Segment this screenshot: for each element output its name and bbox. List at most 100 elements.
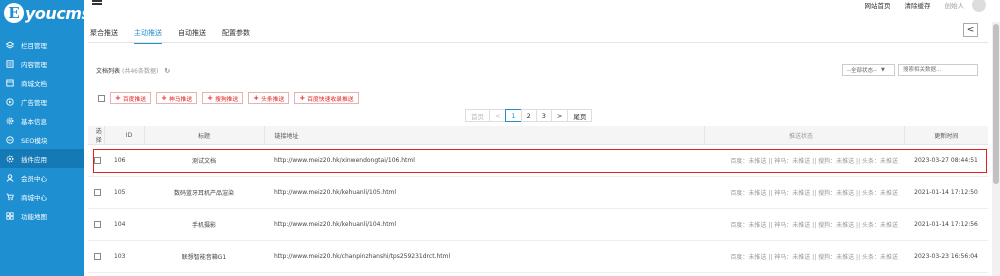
sidebar-item-label: 商城文档 — [21, 79, 47, 88]
row-time: 2023-03-23 16:56:04 — [904, 240, 988, 273]
pager-page-2[interactable]: 2 — [520, 109, 537, 122]
baidu-fast-index-button[interactable]: + 百度快速收录推送 — [294, 92, 359, 104]
cart-icon — [6, 193, 14, 201]
row-title[interactable]: 手机摄影 — [144, 208, 264, 241]
search-input[interactable] — [898, 64, 978, 76]
sidebar-item-basic-info[interactable]: 基本信息 — [0, 111, 84, 130]
row-status: 百度：未推送 || 神马：未推送 || 搜狗：未推送 || 头条：未推送 — [704, 176, 904, 209]
user-icon — [6, 173, 14, 182]
sidebar-item-label: 栏目管理 — [21, 41, 47, 50]
pagination: 首页 < 1 2 3 > 尾页 — [465, 109, 593, 122]
sidebar-item-members[interactable]: 会员中心 — [0, 168, 84, 187]
table-row[interactable]: 104 手机摄影 http://www.meiz20.hk/kehuanli/1… — [88, 208, 988, 241]
row-url[interactable]: http://www.meiz20.hk/xinwendongtai/106.h… — [264, 144, 704, 177]
gear-icon — [6, 117, 14, 125]
sidebar-item-label: 会员中心 — [21, 174, 47, 183]
toutiao-push-button[interactable]: + 头条推送 — [248, 92, 290, 104]
page-scrollbar[interactable] — [992, 22, 1000, 276]
bulk-label: 百度快速收录推送 — [307, 96, 354, 103]
refresh-icon[interactable]: ↻ — [164, 67, 170, 75]
row-status: 百度：未推送 || 神马：未推送 || 搜狗：未推送 || 头条：未推送 — [704, 144, 904, 177]
plus-icon: + — [253, 94, 260, 102]
baidu-push-button[interactable]: + 百度推送 — [110, 92, 152, 104]
sidebar-item-shop-docs[interactable]: 商城文档 — [0, 73, 84, 92]
table-row[interactable]: 105 数码蓝牙耳机产品渲染 http://www.meiz20.hk/kehu… — [88, 176, 988, 209]
row-time: 2021-01-14 17:12:50 — [904, 176, 988, 209]
topbar-actions: 网站首页 清除缓存 创始人 — [851, 0, 986, 12]
back-button[interactable]: < — [963, 23, 978, 37]
pager-prev[interactable]: < — [489, 109, 507, 122]
row-url[interactable]: http://www.meiz20.hk/chanpinzhanshi/tps2… — [264, 240, 704, 273]
pager-next[interactable]: > — [550, 109, 569, 122]
row-id: 104 — [104, 208, 144, 241]
sidebar-item-label: 广告管理 — [21, 98, 47, 107]
menu-toggle-icon[interactable] — [92, 0, 102, 6]
layers-icon — [6, 40, 14, 49]
scrollbar-thumb[interactable] — [993, 24, 999, 184]
row-checkbox[interactable] — [94, 221, 101, 228]
sidebar-item-label: 内容管理 — [21, 60, 47, 69]
sidebar-item-content[interactable]: 内容管理 — [0, 54, 84, 73]
row-url[interactable]: http://www.meiz20.hk/kehuanli/105.html — [264, 176, 704, 209]
row-checkbox[interactable] — [94, 157, 101, 164]
row-checkbox[interactable] — [94, 253, 101, 260]
document-icon — [6, 59, 14, 68]
bulk-label: 神马推送 — [168, 96, 193, 103]
avatar[interactable] — [972, 0, 986, 12]
bulk-label: 百度推送 — [122, 96, 147, 103]
bulk-label: 搜狗推送 — [215, 96, 239, 103]
table-header-row: 选择 ID 标题 链接地址 推送状态 更新时间 — [88, 126, 988, 145]
pager-page-1[interactable]: 1 — [505, 109, 522, 122]
sidebar-item-column[interactable]: 栏目管理 — [0, 35, 84, 54]
status-filter-value: --全部状态-- — [847, 68, 877, 74]
col-select: 选择 — [88, 126, 105, 145]
select-all-checkbox[interactable] — [98, 94, 105, 102]
topbar-clear-cache-link[interactable]: 清除缓存 — [905, 0, 931, 10]
sogou-push-button[interactable]: + 搜狗推送 — [202, 92, 244, 104]
sidebar-item-function-map[interactable]: 功能地图 — [0, 206, 84, 225]
sidebar-item-shop[interactable]: 商城中心 — [0, 187, 84, 206]
sidebar-item-plugins[interactable]: 插件应用 — [0, 149, 84, 168]
bulk-label: 头条推送 — [261, 96, 285, 103]
col-title: 标题 — [144, 126, 265, 145]
list-count: (共46条数据) — [122, 68, 159, 75]
plus-icon: + — [207, 94, 214, 102]
sidebar-item-label: 基本信息 — [21, 117, 47, 126]
row-url[interactable]: http://www.meiz20.hk/kehuanli/104.html — [264, 208, 704, 241]
plugin-icon — [6, 155, 14, 163]
row-title[interactable]: 测试文档 — [144, 144, 264, 177]
brand-logo[interactable]: E youcms — [4, 2, 91, 24]
col-id: ID — [104, 126, 145, 145]
status-filter-select[interactable]: --全部状态-- ▼ — [842, 64, 895, 76]
row-time: 2023-03-27 08:44:51 — [904, 144, 988, 177]
plus-icon: + — [299, 94, 306, 102]
shenma-push-button[interactable]: + 神马推送 — [156, 92, 198, 104]
sidebar-item-label: 功能地图 — [21, 212, 47, 221]
row-title[interactable]: 联想智能音箱G1 — [144, 240, 264, 273]
row-checkbox[interactable] — [94, 189, 101, 196]
table-row[interactable]: 103 联想智能音箱G1 http://www.meiz20.hk/chanpi… — [88, 240, 988, 273]
row-id: 103 — [104, 240, 144, 273]
pager-page-3[interactable]: 3 — [535, 109, 552, 122]
sidebar-item-label: SEO模块 — [21, 136, 48, 145]
logo-text: youcms — [25, 3, 91, 23]
table-row[interactable]: 106 测试文档 http://www.meiz20.hk/xinwendong… — [88, 144, 988, 177]
row-id: 106 — [104, 144, 144, 177]
bulk-actions: + 百度推送 + 神马推送 + 搜狗推送 + 头条推送 + 百度快速收录推送 — [98, 92, 359, 104]
logo-mark: E — [4, 3, 24, 23]
pager-first[interactable]: 首页 — [465, 109, 490, 122]
ad-icon — [6, 97, 14, 106]
col-status: 推送状态 — [704, 126, 905, 145]
seo-icon — [6, 135, 14, 144]
pager-last[interactable]: 尾页 — [567, 109, 593, 122]
shop-doc-icon — [6, 79, 14, 87]
sidebar-item-label: 插件应用 — [21, 155, 47, 164]
row-title[interactable]: 数码蓝牙耳机产品渲染 — [144, 176, 264, 209]
row-time: 2021-01-14 17:12:56 — [904, 208, 988, 241]
topbar-user[interactable]: 创始人 — [945, 0, 965, 10]
topbar-home-link[interactable]: 网站首页 — [865, 0, 891, 10]
sidebar-item-seo[interactable]: SEO模块 — [0, 130, 84, 149]
col-time: 更新时间 — [904, 126, 988, 145]
sidebar-item-ads[interactable]: 广告管理 — [0, 92, 84, 111]
topbar: 网站首页 清除缓存 创始人 — [84, 0, 1000, 22]
